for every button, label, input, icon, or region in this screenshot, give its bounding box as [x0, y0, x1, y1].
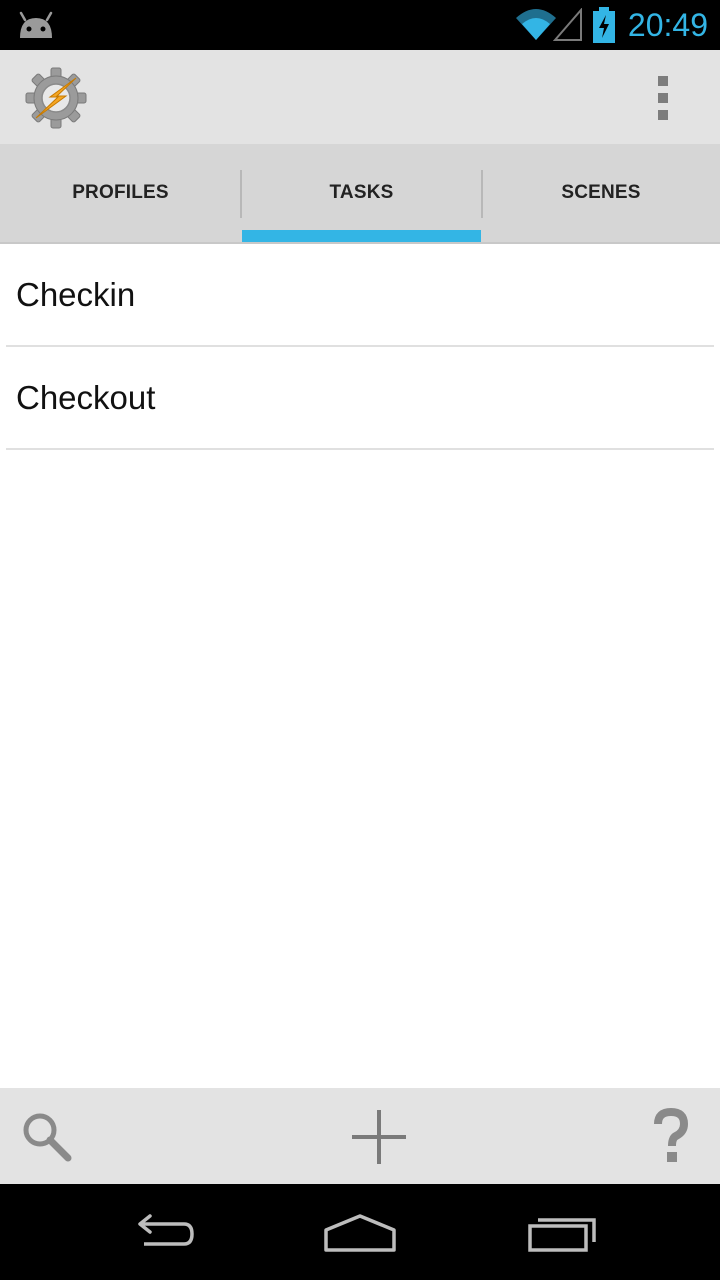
list-item[interactable]: Checkout: [6, 347, 714, 450]
recents-icon[interactable]: [522, 1210, 602, 1254]
tab-bar: PROFILES TASKS SCENES: [0, 144, 720, 244]
list-item[interactable]: Checkin: [6, 244, 714, 347]
signal-icon: [553, 8, 583, 42]
tab-tasks[interactable]: TASKS: [242, 144, 481, 242]
android-notification-icon: [16, 10, 56, 40]
search-icon[interactable]: [20, 1110, 76, 1162]
task-name: Checkin: [16, 275, 136, 313]
back-icon[interactable]: [120, 1210, 200, 1254]
add-icon[interactable]: [350, 1108, 408, 1166]
overflow-menu-icon[interactable]: [640, 72, 688, 124]
tab-scenes[interactable]: SCENES: [482, 144, 720, 242]
status-clock: 20:49: [627, 7, 708, 43]
task-list: Checkin Checkout: [0, 244, 720, 450]
status-bar: 20:49: [0, 0, 720, 50]
battery-charging-icon: [592, 7, 616, 43]
navigation-bar: [0, 1184, 720, 1280]
task-name: Checkout: [16, 378, 156, 416]
home-icon[interactable]: [320, 1210, 400, 1254]
screen: 20:49 PROFILES TASKS SCENES Checkin Chec…: [0, 0, 720, 1280]
help-icon[interactable]: [646, 1108, 696, 1166]
bottom-toolbar: [0, 1088, 720, 1184]
selected-tab-indicator: [242, 230, 481, 242]
tasker-gear-lightning-icon[interactable]: [24, 66, 88, 130]
action-bar: [0, 50, 720, 144]
wifi-icon: [514, 6, 558, 42]
tab-profiles[interactable]: PROFILES: [0, 144, 241, 242]
